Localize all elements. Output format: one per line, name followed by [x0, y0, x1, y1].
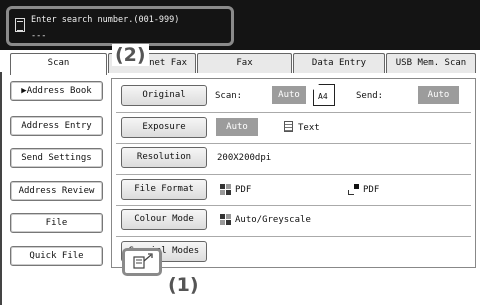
- job-status-glyph: [133, 253, 153, 269]
- exposure-mode: Text: [298, 123, 320, 133]
- scan-label: Scan:: [215, 91, 243, 101]
- row-divider: [116, 112, 471, 113]
- exposure-button[interactable]: Exposure: [121, 117, 207, 138]
- job-status-icon[interactable]: [122, 248, 162, 276]
- callout-1: (1): [168, 274, 199, 296]
- tab-usb-mem-scan[interactable]: USB Mem. Scan: [386, 53, 476, 73]
- tab-fax[interactable]: Fax: [197, 53, 292, 73]
- search-number-value[interactable]: ---: [31, 31, 46, 41]
- send-size-value: Auto: [418, 86, 459, 104]
- tab-data-entry[interactable]: Data Entry: [293, 53, 385, 73]
- row-divider: [116, 236, 471, 237]
- send-label: Send:: [356, 91, 384, 101]
- sidebar-item-file[interactable]: File: [10, 213, 103, 233]
- original-button[interactable]: Original: [121, 85, 207, 106]
- text-mode-icon: [284, 121, 293, 132]
- format-grid-icon: [220, 184, 231, 195]
- paper-size-label: A4: [318, 92, 328, 101]
- search-number-field[interactable]: Enter search number.(001-999) ---: [6, 6, 234, 46]
- sidebar-item-address-book[interactable]: ▶Address Book: [10, 81, 103, 101]
- resolution-value: 200X200dpi: [217, 153, 272, 163]
- colour-mode-value: Auto/Greyscale: [235, 215, 311, 225]
- callout-2: (2): [112, 44, 149, 66]
- sidebar-item-address-entry[interactable]: Address Entry: [10, 116, 103, 136]
- scan-size-value: Auto: [272, 86, 306, 104]
- paper-icon: A4: [313, 84, 335, 106]
- row-divider: [116, 205, 471, 206]
- colour-mode-button[interactable]: Colour Mode: [121, 209, 207, 230]
- exposure-value: Auto: [216, 118, 258, 136]
- address-book-icon: [15, 18, 25, 32]
- settings-panel: Original Scan: Auto A4 Send: Auto Exposu…: [111, 78, 476, 268]
- file-format-button[interactable]: File Format: [121, 179, 207, 200]
- file-format-1: PDF: [235, 185, 252, 195]
- row-divider: [116, 143, 471, 144]
- file-format-2: PDF: [363, 185, 380, 195]
- sidebar-item-send-settings[interactable]: Send Settings: [10, 148, 103, 168]
- resolution-button[interactable]: Resolution: [121, 147, 207, 168]
- sidebar-item-address-review[interactable]: Address Review: [10, 181, 103, 201]
- colour-grid-icon: [220, 214, 231, 225]
- search-number-prompt: Enter search number.(001-999): [31, 15, 180, 25]
- sidebar-item-label: Address Book: [26, 86, 92, 96]
- row-divider: [116, 174, 471, 175]
- sidebar-item-quick-file[interactable]: Quick File: [10, 246, 103, 266]
- format-black-white-icon: [348, 184, 359, 195]
